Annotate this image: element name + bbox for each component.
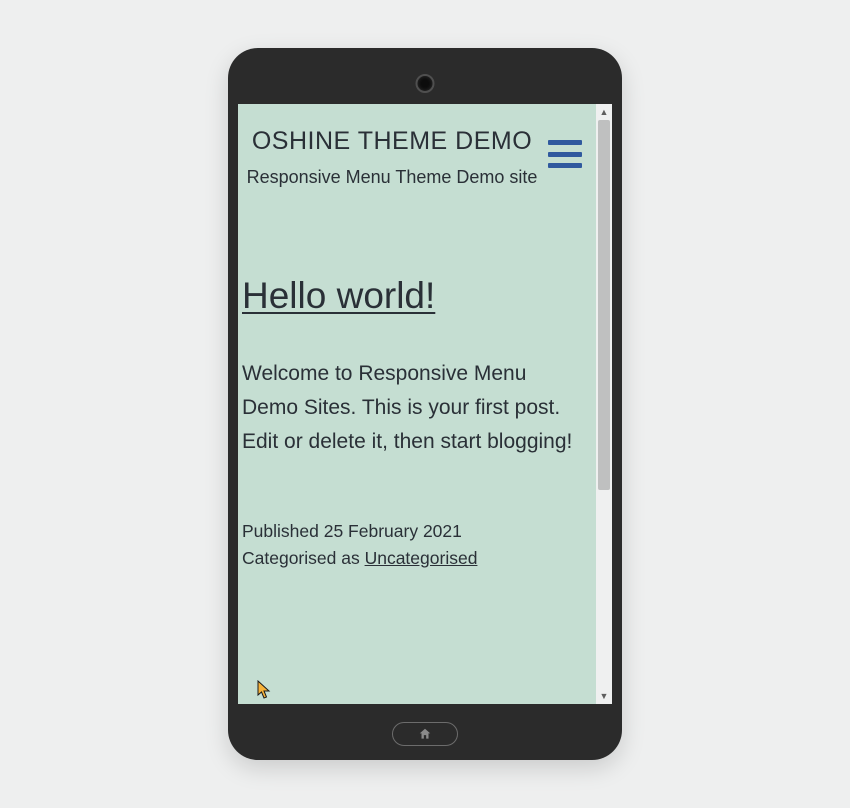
header-titles: OSHINE THEME DEMO Responsive Menu Theme …: [246, 126, 538, 190]
scroll-up-arrow-icon[interactable]: ▲: [596, 104, 612, 120]
phone-camera: [416, 74, 435, 93]
hamburger-menu-icon[interactable]: [548, 140, 582, 168]
site-tagline: Responsive Menu Theme Demo site: [246, 165, 538, 190]
hamburger-bar: [548, 140, 582, 145]
post-meta: Published 25 February 2021 Categorised a…: [242, 518, 574, 572]
vertical-scrollbar[interactable]: ▲ ▼: [596, 104, 612, 704]
post-published: Published 25 February 2021: [242, 518, 574, 545]
hamburger-bar: [548, 152, 582, 157]
site-header: OSHINE THEME DEMO Responsive Menu Theme …: [238, 126, 578, 190]
post-categories: Categorised as Uncategorised: [242, 545, 574, 572]
category-link[interactable]: Uncategorised: [365, 548, 478, 568]
hamburger-bar: [548, 163, 582, 168]
scrollbar-track[interactable]: [596, 120, 612, 688]
phone-home-button[interactable]: [392, 722, 458, 746]
phone-screen: OSHINE THEME DEMO Responsive Menu Theme …: [238, 104, 612, 704]
scroll-down-arrow-icon[interactable]: ▼: [596, 688, 612, 704]
post-article: Hello world! Welcome to Responsive Menu …: [238, 190, 578, 572]
page-viewport: OSHINE THEME DEMO Responsive Menu Theme …: [238, 104, 596, 704]
home-icon: [418, 727, 432, 741]
site-title[interactable]: OSHINE THEME DEMO: [246, 126, 538, 157]
scrollbar-thumb[interactable]: [598, 120, 610, 490]
phone-frame: OSHINE THEME DEMO Responsive Menu Theme …: [228, 48, 622, 760]
published-label: Published: [242, 521, 324, 541]
post-title-link[interactable]: Hello world!: [242, 275, 574, 317]
categorised-label: Categorised as: [242, 548, 365, 568]
published-date: 25 February 2021: [324, 521, 462, 541]
post-body: Welcome to Responsive Menu Demo Sites. T…: [242, 357, 574, 458]
